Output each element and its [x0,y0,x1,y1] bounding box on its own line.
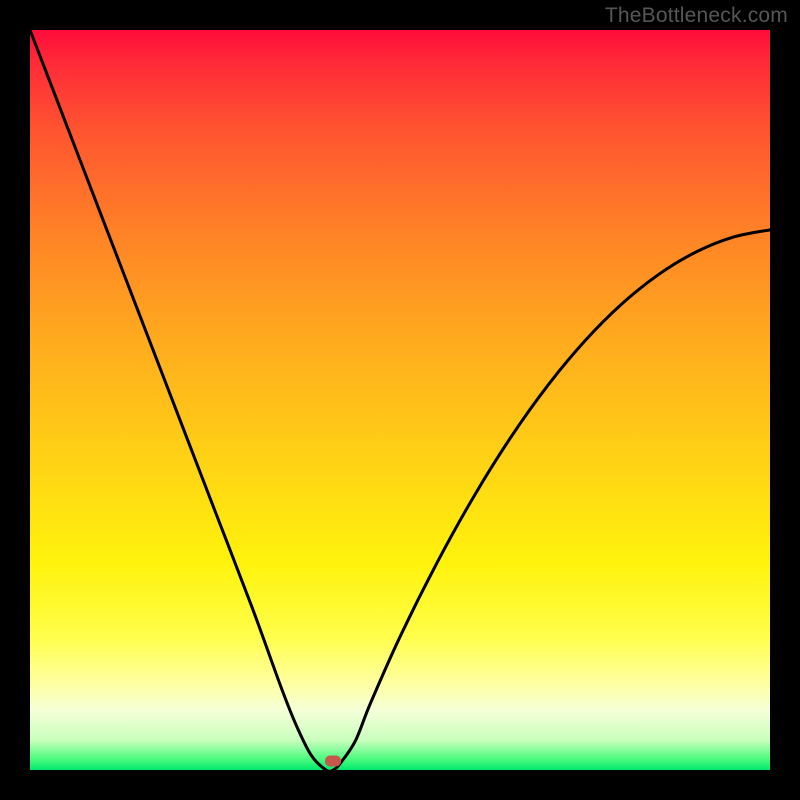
watermark-text: TheBottleneck.com [605,4,788,28]
chart-frame: TheBottleneck.com [0,0,800,800]
chart-background-gradient [30,30,770,770]
